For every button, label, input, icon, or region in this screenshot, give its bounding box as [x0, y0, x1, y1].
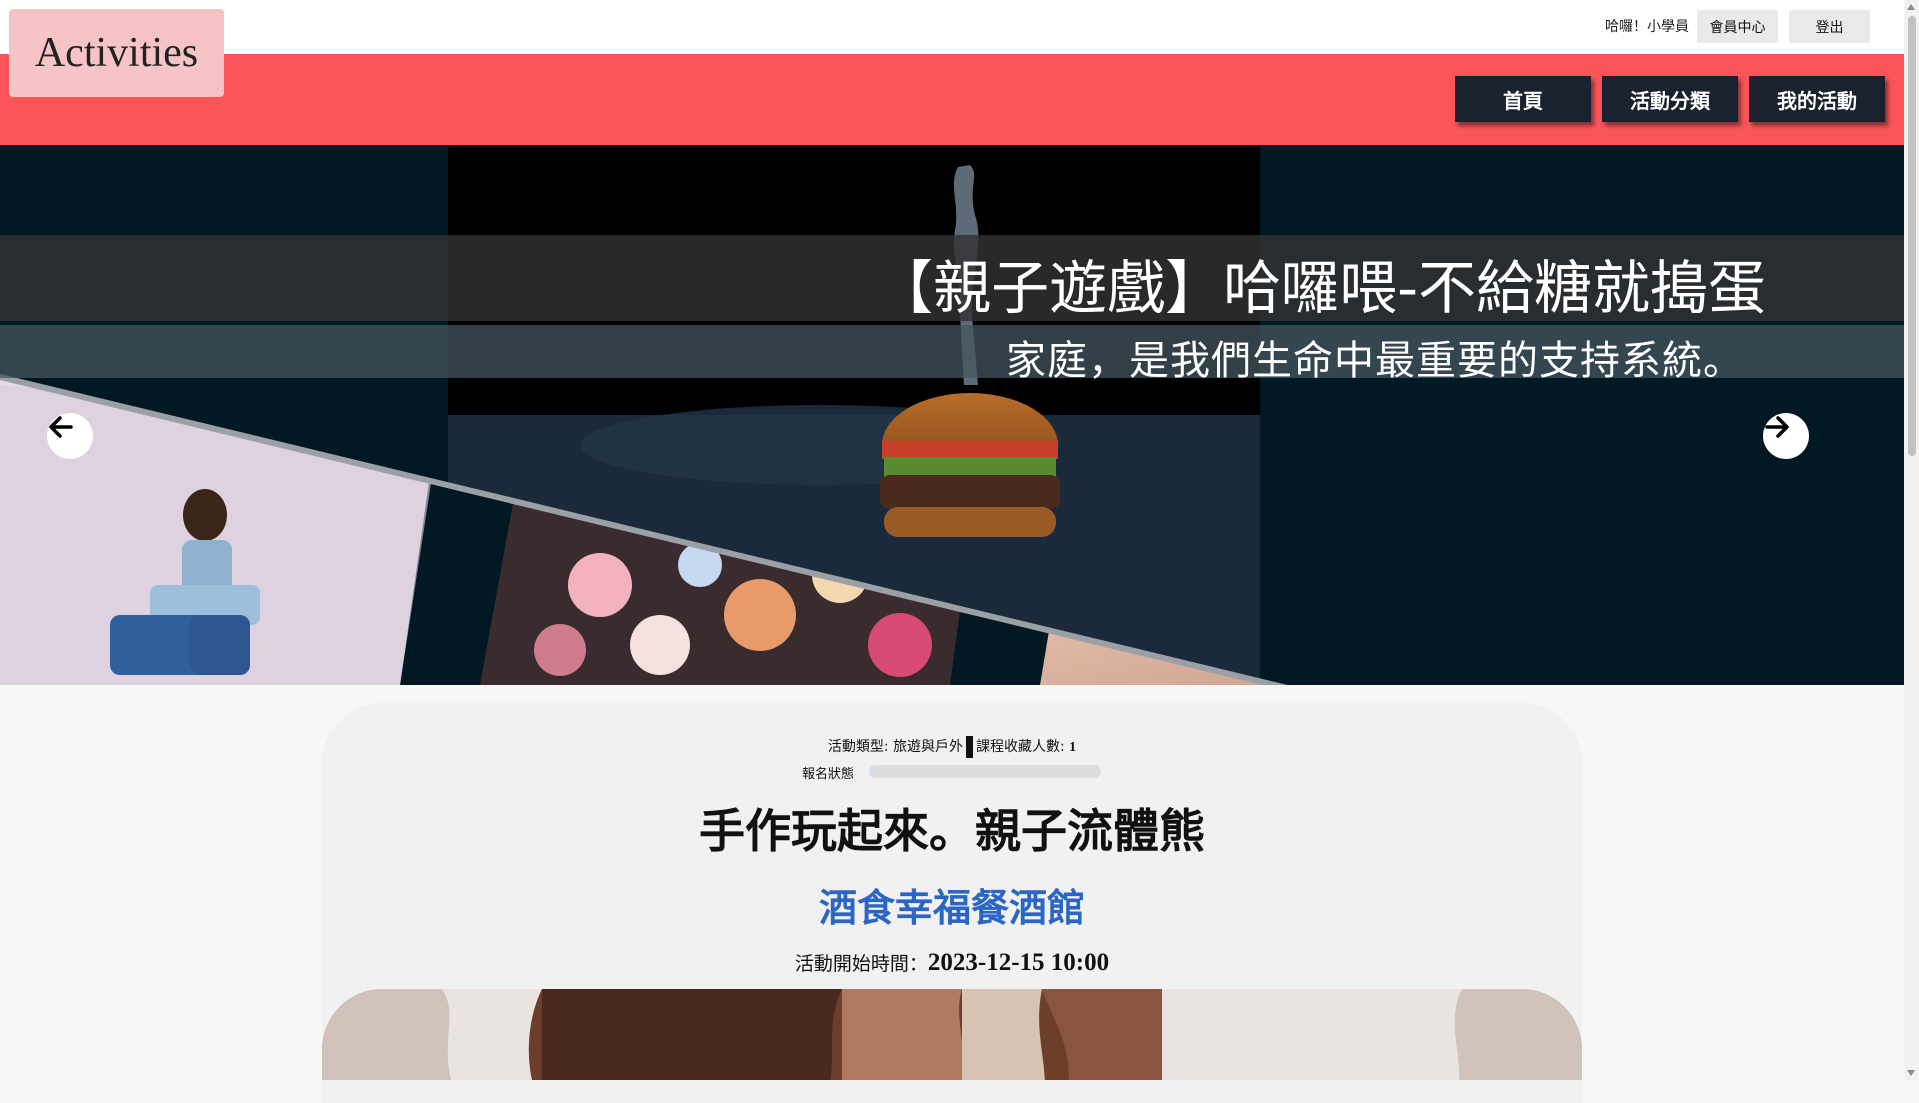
top-bar: 哈囉！小學員 會員中心 登出 — [0, 0, 1904, 54]
scroll-down-icon[interactable] — [1907, 1070, 1915, 1076]
hero-title: 【親子遊戲】哈囉喂-不給糖就搗蛋 — [875, 254, 1766, 322]
nav-my-activities-button[interactable]: 我的活動 — [1749, 76, 1885, 122]
hero-carousel: 【親子遊戲】哈囉喂-不給糖就搗蛋 家庭，是我們生命中最重要的支持系統。 — [0, 145, 1904, 685]
category-value: 旅遊與戶外 — [893, 739, 963, 755]
activity-cover-image — [322, 989, 1582, 1080]
favorites-count: 1 — [1069, 740, 1077, 755]
activity-venue-link[interactable]: 酒食幸福餐酒館 — [322, 877, 1582, 932]
canyon-photo — [322, 989, 1582, 1080]
registration-progress-fill — [869, 765, 874, 778]
registration-progress-bar — [869, 765, 1101, 778]
category-label: 活動類型: — [827, 739, 893, 755]
carousel-prev-button[interactable] — [47, 413, 93, 459]
hero-image-collage — [0, 145, 1904, 685]
start-time-label: 活動開始時間： — [794, 953, 928, 975]
activity-title: 手作玩起來。親子流體熊 — [699, 804, 1205, 858]
start-time-value: 2023-12-15 10:00 — [927, 949, 1110, 976]
site-logo[interactable]: Activities — [9, 9, 224, 97]
carousel-next-button[interactable] — [1763, 413, 1809, 459]
activity-detail-card: 活動類型: 旅遊與戶外 課程收藏人數: 1 報名狀態 手作玩起來。親子流體熊 酒食… — [322, 703, 1582, 1103]
member-center-button[interactable]: 會員中心 — [1697, 10, 1778, 43]
scroll-up-icon[interactable] — [1907, 4, 1915, 10]
meta-divider — [966, 736, 973, 758]
greeting-text: 哈囉！小學員 — [1605, 19, 1689, 35]
nav-home-button[interactable]: 首頁 — [1455, 76, 1591, 122]
logout-button[interactable]: 登出 — [1789, 10, 1870, 43]
arrow-left-icon — [49, 416, 73, 438]
activity-meta: 活動類型: 旅遊與戶外 課程收藏人數: 1 — [322, 736, 1582, 758]
activity-start-time: 活動開始時間：2023-12-15 10:00 — [322, 949, 1582, 977]
scrollbar-thumb[interactable] — [1908, 16, 1916, 456]
hero-subtitle: 家庭，是我們生命中最重要的支持系統。 — [1006, 338, 1744, 384]
nav-categories-button[interactable]: 活動分類 — [1602, 76, 1738, 122]
registration-status-label: 報名狀態 — [802, 767, 855, 782]
favorites-label: 課程收藏人數: — [976, 739, 1070, 755]
page-scrollbar[interactable] — [1904, 0, 1919, 1080]
arrow-right-icon — [1765, 416, 1789, 438]
